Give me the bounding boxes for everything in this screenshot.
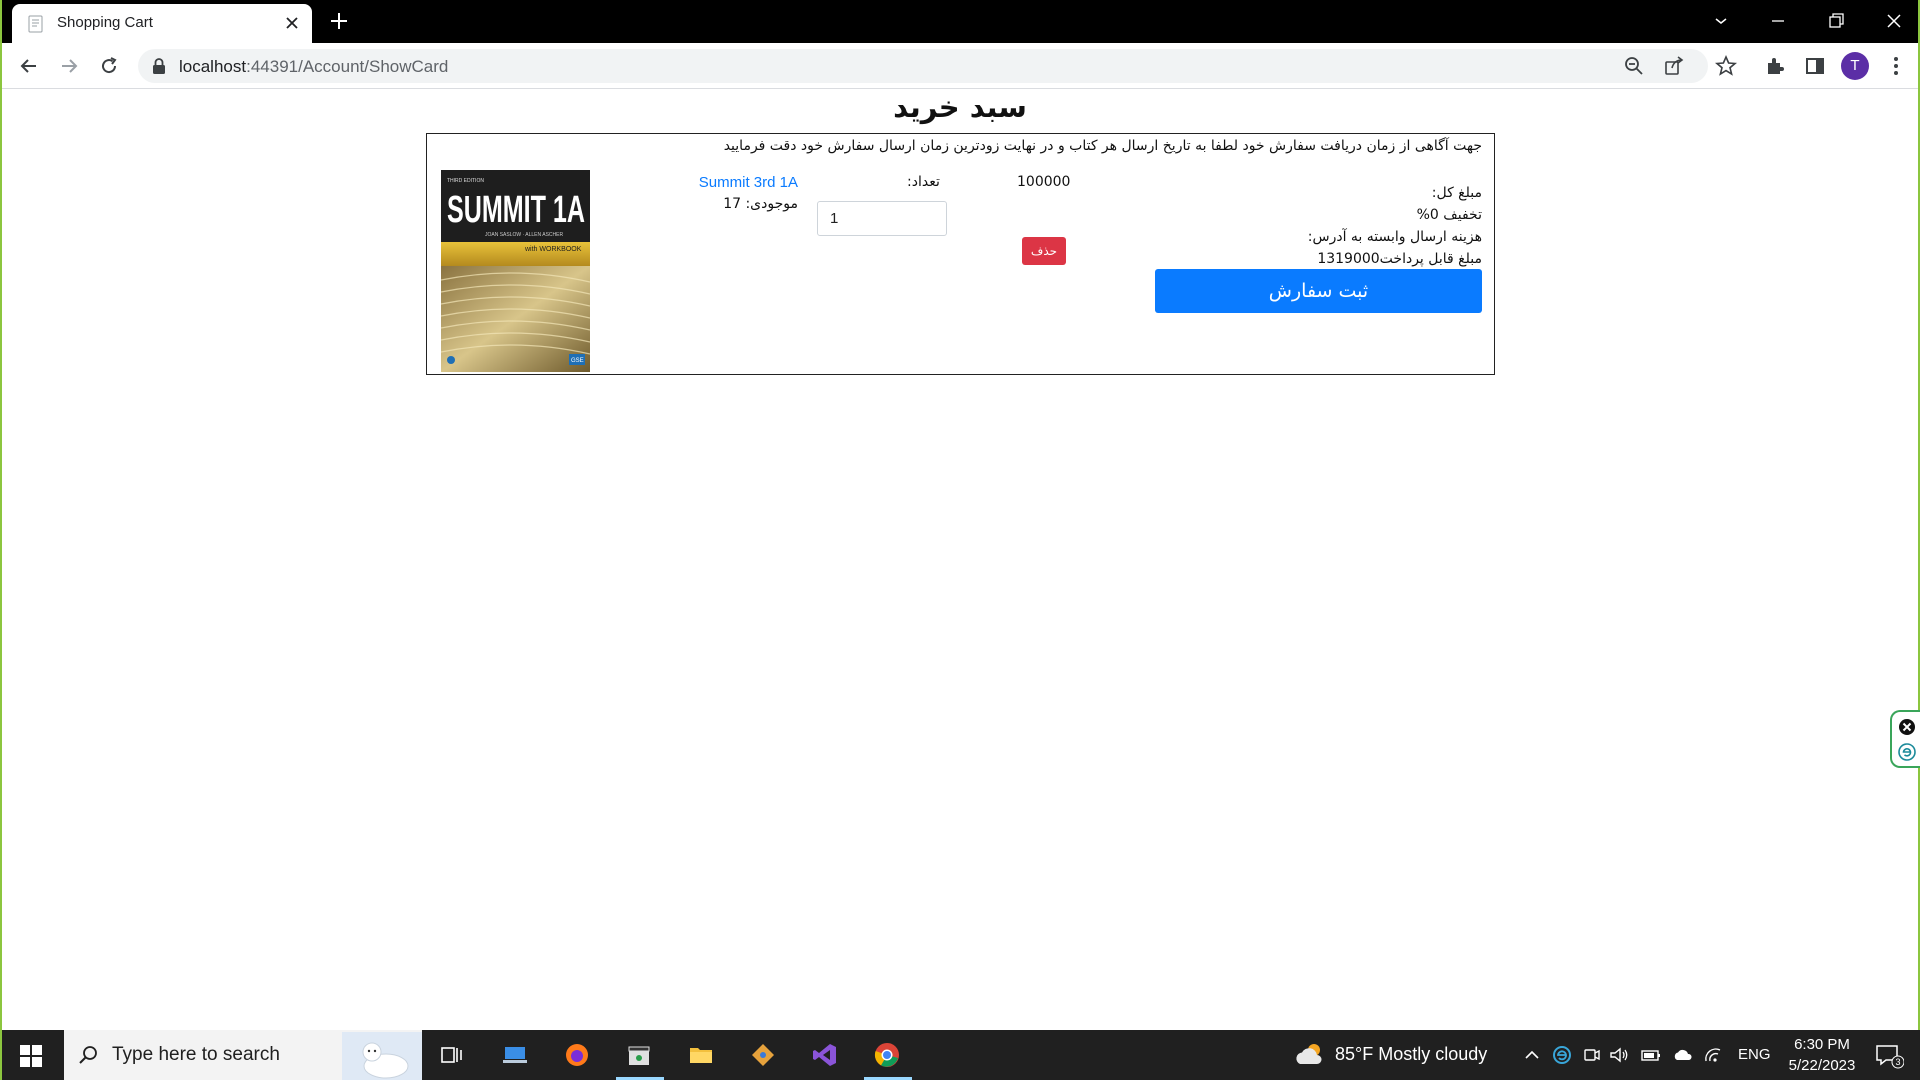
- restore-icon[interactable]: [1824, 9, 1848, 33]
- windows-taskbar: Type here to search 85°F Mostly cloudy E…: [2, 1030, 1920, 1080]
- url-text[interactable]: localhost:44391/Account/ShowCard: [179, 57, 448, 77]
- taskbar-app-chrome[interactable]: [860, 1030, 916, 1080]
- volume-icon[interactable]: [1608, 1044, 1630, 1066]
- folder-icon: [690, 1048, 712, 1063]
- forward-arrow-icon[interactable]: [57, 54, 81, 78]
- minimize-icon[interactable]: [1766, 9, 1790, 33]
- back-arrow-icon[interactable]: [17, 54, 41, 78]
- delete-item-button[interactable]: حذف: [1022, 237, 1066, 265]
- show-hidden-icons-chevron-icon[interactable]: [1521, 1044, 1543, 1066]
- meet-now-icon[interactable]: [1581, 1044, 1603, 1066]
- search-placeholder: Type here to search: [112, 1044, 280, 1065]
- active-tab[interactable]: Shopping Cart: [12, 4, 312, 43]
- lock-icon[interactable]: [152, 58, 166, 74]
- wifi-icon[interactable]: [1702, 1044, 1724, 1066]
- total-amount-label: مبلغ کل:: [1431, 185, 1482, 201]
- payable-amount-text: مبلغ قابل پرداخت1319000: [1317, 251, 1482, 267]
- tab-search-chevron-icon[interactable]: [1709, 9, 1733, 33]
- taskbar-task-view[interactable]: [425, 1030, 481, 1080]
- new-tab-icon[interactable]: [329, 11, 349, 31]
- discount-text: تخفیف 0%: [1416, 207, 1482, 223]
- taskbar-app-git[interactable]: [736, 1030, 792, 1080]
- windows-start-icon[interactable]: [20, 1045, 42, 1067]
- taskbar-app-explorer[interactable]: [674, 1030, 730, 1080]
- taskbar-search-box[interactable]: Type here to search: [64, 1030, 422, 1080]
- clock-time: 6:30 PM: [1794, 1036, 1850, 1053]
- clapper-icon: [628, 1046, 650, 1065]
- cover-title: SUMMIT 1A: [447, 189, 585, 231]
- system-clock[interactable]: 6:30 PM 5/22/2023: [1772, 1034, 1872, 1076]
- delivery-notice: جهت آگاهی از زمان دریافت سفارش خود لطفا …: [723, 138, 1482, 154]
- submit-order-button[interactable]: ثبت سفارش: [1155, 269, 1482, 313]
- task-view-icon: [441, 1047, 462, 1063]
- extensions-puzzle-icon[interactable]: [1763, 54, 1787, 78]
- notification-center-icon[interactable]: 3: [1874, 1043, 1904, 1069]
- visual-studio-icon: [813, 1044, 836, 1066]
- tab-title: Shopping Cart: [57, 14, 153, 31]
- computer-icon: [503, 1047, 527, 1063]
- quantity-label: :تعداد: [907, 174, 940, 190]
- product-name-link[interactable]: Summit 3rd 1A: [688, 174, 798, 191]
- url-host: localhost: [179, 57, 247, 76]
- item-price: 100000: [1017, 174, 1071, 190]
- weather-cloud-icon[interactable]: [1294, 1042, 1324, 1068]
- page-favicon-icon: [28, 15, 43, 33]
- clock-date: 5/22/2023: [1788, 1057, 1856, 1074]
- cover-workbook: with WORKBOOK: [524, 246, 582, 253]
- address-bar[interactable]: localhost:44391/Account/ShowCard: [138, 49, 1708, 83]
- cover-edition: THIRD EDITION: [447, 178, 484, 184]
- onedrive-cloud-icon[interactable]: [1672, 1044, 1694, 1066]
- cover-badge: GSE: [571, 358, 584, 364]
- git-tool-icon: [752, 1044, 774, 1066]
- firefox-icon: [566, 1044, 588, 1066]
- book-cover-art: THIRD EDITION SUMMIT 1A JOAN SASLOW · AL…: [441, 170, 590, 372]
- notification-count: 3: [1895, 1057, 1900, 1067]
- edge-tray-icon[interactable]: [1551, 1044, 1573, 1066]
- share-icon[interactable]: [1662, 54, 1686, 78]
- taskbar-app-firefox[interactable]: [550, 1030, 606, 1080]
- url-path: :44391/Account/ShowCard: [246, 57, 449, 76]
- taskbar-app-visual-studio[interactable]: [798, 1030, 854, 1080]
- browser-toolbar: localhost:44391/Account/ShowCard T: [2, 43, 1918, 89]
- widget-close-icon[interactable]: [1898, 718, 1916, 736]
- widget-e-icon[interactable]: [1898, 743, 1916, 761]
- search-icon: [79, 1046, 97, 1064]
- side-panel-icon[interactable]: [1803, 54, 1827, 78]
- input-language[interactable]: ENG: [1738, 1046, 1771, 1063]
- polar-bear-icon: [342, 1032, 422, 1080]
- cart-container: جهت آگاهی از زمان دریافت سفارش خود لطفا …: [426, 133, 1495, 375]
- weather-text[interactable]: 85°F Mostly cloudy: [1335, 1044, 1487, 1065]
- profile-avatar[interactable]: T: [1841, 52, 1869, 80]
- taskbar-app-media[interactable]: [612, 1030, 668, 1080]
- product-cover-image[interactable]: THIRD EDITION SUMMIT 1A JOAN SASLOW · AL…: [441, 170, 590, 372]
- browser-titlebar: Shopping Cart: [2, 0, 1918, 43]
- chrome-icon: [874, 1043, 899, 1067]
- cover-authors: JOAN SASLOW · ALLEN ASCHER: [485, 232, 563, 238]
- taskbar-app-pc[interactable]: [488, 1030, 544, 1080]
- close-window-icon[interactable]: [1882, 9, 1906, 33]
- zoom-icon[interactable]: [1622, 54, 1646, 78]
- more-menu-icon[interactable]: [1884, 54, 1908, 78]
- stock-count: موجودی: 17: [723, 196, 798, 212]
- bookmark-star-icon[interactable]: [1714, 54, 1738, 78]
- tab-close-icon[interactable]: [284, 15, 300, 31]
- battery-icon[interactable]: [1640, 1044, 1662, 1066]
- order-summary: مبلغ کل: تخفیف 0% هزینه ارسال وابسته به …: [1142, 182, 1482, 270]
- reload-icon[interactable]: [97, 54, 121, 78]
- page-title: سبد خرید: [893, 90, 1027, 124]
- quantity-input[interactable]: [817, 201, 947, 236]
- shipping-cost-text: هزینه ارسال وابسته به آدرس:: [1307, 229, 1482, 245]
- side-widget: [1890, 710, 1920, 768]
